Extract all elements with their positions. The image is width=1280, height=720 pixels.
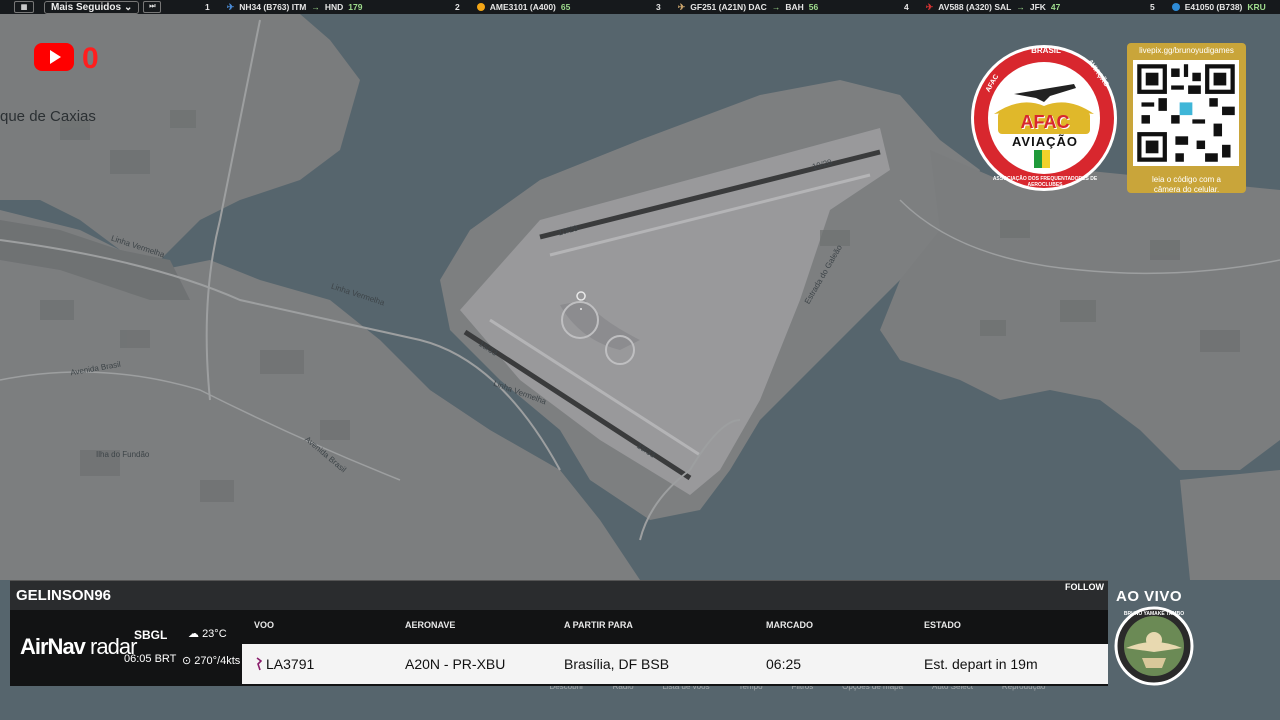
column-from-to: A PARTIR PARA — [564, 620, 633, 630]
map-label-place: Ilha do Fundão — [96, 450, 150, 459]
ticker-item[interactable]: 4 ✈ AV588 (A320) SAL → JFK 47 — [904, 0, 1060, 14]
table-row[interactable]: LA3791 A20N - PR-XBU Brasília, DF BSB 06… — [242, 644, 1108, 684]
column-flight: VOO — [254, 620, 275, 630]
temperature: 23°C — [202, 628, 227, 640]
weather-readout: ☁ 23°C — [188, 627, 227, 640]
panel-body: AirNav radar SBGL 06:05 BRT ☁ 23°C ⊙ 270… — [10, 610, 1108, 686]
qr-caption-line2: câmera do celular. — [1153, 185, 1220, 194]
airport-code: SBGL — [134, 628, 168, 642]
land-east-bottom — [1180, 470, 1280, 580]
skip-icon[interactable]: ⏭ — [143, 1, 162, 13]
arrow-icon: → — [771, 2, 781, 12]
cloud-icon: ☁ — [188, 628, 199, 640]
arrow-icon: → — [1016, 2, 1025, 12]
ticker-count: 47 — [1050, 2, 1061, 12]
status-cell: Est. depart in 19m — [924, 656, 1038, 672]
qr-url: livepix.gg/brunoyudigames — [1139, 46, 1234, 55]
column-aircraft: AERONAVE — [405, 620, 456, 630]
afac-brasil-label: BRASIL — [1031, 46, 1061, 55]
afac-subtitle: AVIAÇÃO — [1012, 134, 1078, 149]
arrow-icon: → — [311, 2, 320, 12]
screen-root: { "topbar": { "menu_icon": "grid-icon", … — [0, 0, 1280, 720]
chevron-down-icon: ⌄ — [124, 1, 133, 13]
youtube-icon — [34, 43, 74, 71]
airnav-radar-logo: AirNav radar — [20, 634, 137, 660]
ticker-rank: 4 — [904, 2, 909, 12]
afac-ring-text: ASSOCIAÇÃO DOS FREQUENTADORES DE AEROCLU… — [992, 176, 1098, 188]
panel-header: GELINSON96 FOLLOW — [10, 580, 1108, 610]
wind-value: 270°/4kts — [194, 655, 241, 667]
filter-select-label: Mais Seguidos — [51, 1, 122, 13]
ticker-dest: JFK — [1029, 2, 1046, 12]
column-scheduled: MARCADO — [766, 620, 813, 630]
ticker-dest: HND — [324, 2, 344, 12]
filter-select[interactable]: Mais Seguidos ⌄ — [44, 0, 140, 14]
ticker-item[interactable]: 1 ✈ NH34 (B763) ITM → HND 179 — [205, 0, 362, 14]
plane-icon: ✈ — [226, 1, 235, 12]
circle-icon — [476, 3, 485, 11]
mascot-ring-text: BRUNO YAMAKE TAMBO — [1123, 611, 1185, 617]
circle-icon — [1171, 3, 1180, 11]
ticker-item[interactable]: 5 E41050 (B738) KRU — [1150, 0, 1266, 14]
ticker-rank: 2 — [455, 2, 460, 12]
ticker-rank: 5 — [1150, 2, 1155, 12]
afac-name: AFAC — [1020, 112, 1070, 132]
livepix-qr-card[interactable]: livepix.gg/brunoyudigames leia o código … — [1127, 43, 1246, 194]
aircraft-cell: A20N - PR-XBU — [405, 656, 506, 672]
ticker-text: AV588 (A320) SAL — [938, 2, 1012, 12]
plane-icon: ✈ — [925, 1, 934, 12]
follow-button[interactable]: FOLLOW — [1065, 582, 1104, 592]
map-label-city: que de Caxias — [0, 108, 96, 125]
ticker-item[interactable]: 2 AME3101 (A400) 65 — [455, 0, 570, 14]
flight-number: LA3791 — [266, 656, 315, 672]
ticker-dest: BAH — [785, 2, 804, 12]
plane-icon: ✈ — [677, 1, 686, 12]
username: GELINSON96 — [16, 587, 112, 604]
ticker-text: NH34 (B763) ITM — [239, 2, 307, 12]
ticker-rank: 1 — [205, 2, 210, 12]
ticker-item[interactable]: 3 ✈ GF251 (A21N) DAC → BAH 56 — [656, 0, 818, 14]
column-status: ESTADO — [924, 620, 961, 630]
ticker-text: E41050 (B738) — [1184, 2, 1243, 12]
grid-icon[interactable]: ▦ — [14, 1, 34, 13]
ticker-rank: 3 — [656, 2, 661, 12]
local-time: 06:05 BRT — [124, 653, 177, 665]
ticker-dest: KRU — [1247, 2, 1266, 12]
scheduled-cell: 06:25 — [766, 656, 802, 672]
live-label: AO VIVO — [1116, 588, 1183, 605]
qr-caption-line1: leia o código com a — [1152, 175, 1221, 184]
flight-ticker: 1 ✈ NH34 (B763) ITM → HND 179 2 AME3101 … — [205, 0, 1280, 14]
wind-readout: ⊙ 270°/4kts — [182, 654, 240, 667]
top-ticker-bar: ▦ Mais Seguidos ⌄ ⏭ 1 ✈ NH34 (B763) ITM … — [0, 0, 1280, 14]
destination-cell: Brasília, DF BSB — [564, 656, 670, 672]
wind-icon: ⊙ — [182, 655, 192, 667]
flight-table: VOO AERONAVE A PARTIR PARA MARCADO ESTAD… — [242, 610, 1108, 686]
brand-part-a: AirNav — [20, 634, 86, 659]
ticker-count: 56 — [808, 2, 819, 12]
youtube-live-count: 0 — [82, 42, 99, 75]
ticker-text: GF251 (A21N) DAC — [690, 2, 767, 12]
table-header: VOO AERONAVE A PARTIR PARA MARCADO ESTAD… — [242, 610, 1108, 642]
flight-cell: LA3791 — [256, 656, 314, 672]
airline-logo-icon — [256, 657, 262, 671]
ticker-count: 65 — [560, 2, 571, 12]
qr-code-icon — [1133, 60, 1239, 166]
ticker-count: 179 — [348, 2, 363, 12]
flight-info-panel: GELINSON96 FOLLOW AirNav radar SBGL 06:0… — [10, 580, 1108, 686]
ticker-text: AME3101 (A400) — [489, 2, 556, 12]
channel-mascot-logo — [1114, 606, 1194, 686]
